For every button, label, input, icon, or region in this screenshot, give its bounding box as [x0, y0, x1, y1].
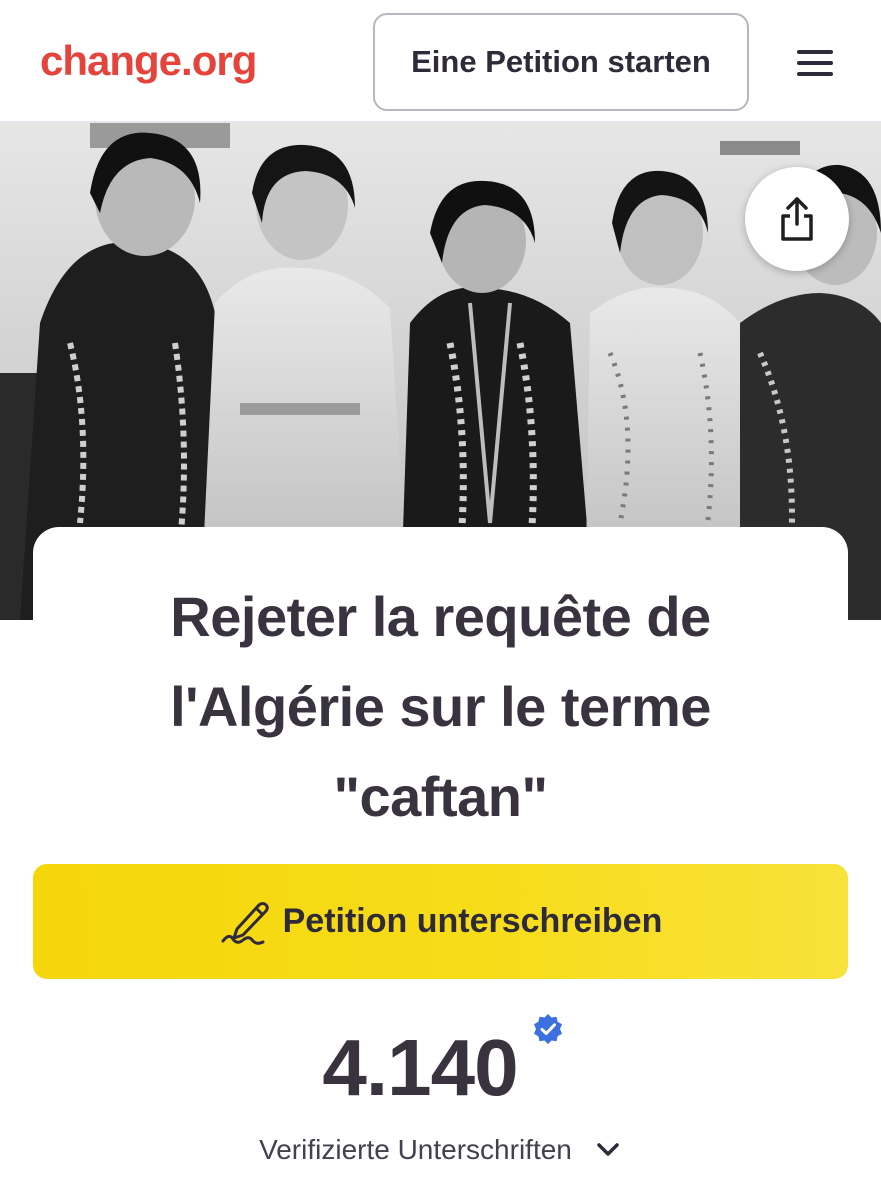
sign-petition-button[interactable]: Petition unterschreiben: [33, 864, 848, 979]
verified-badge-icon: [534, 1014, 562, 1044]
chevron-down-icon[interactable]: [594, 1136, 622, 1164]
share-button[interactable]: [745, 167, 849, 271]
verified-signatures-label: Verifizierte Unterschriften: [259, 1134, 572, 1165]
share-icon: [781, 197, 813, 241]
start-petition-button[interactable]: Eine Petition starten: [373, 13, 749, 111]
change-org-logo[interactable]: change.org: [40, 33, 257, 89]
petition-title-line1: Rejeter la requête de: [170, 585, 711, 648]
petition-title: Rejeter la requête de l'Algérie sur le t…: [33, 572, 848, 842]
signature-count: 4.140: [322, 1023, 518, 1112]
hamburger-menu-icon[interactable]: [790, 40, 840, 86]
site-header: change.org Eine Petition starten: [0, 0, 881, 123]
petition-title-line3: "caftan": [333, 765, 548, 828]
verified-signatures-row[interactable]: Verifizierte Unterschriften: [0, 1134, 881, 1166]
petition-title-line2: l'Algérie sur le terme: [170, 675, 711, 738]
sign-petition-label: Petition unterschreiben: [282, 902, 663, 940]
pen-signature-icon: [221, 901, 269, 945]
